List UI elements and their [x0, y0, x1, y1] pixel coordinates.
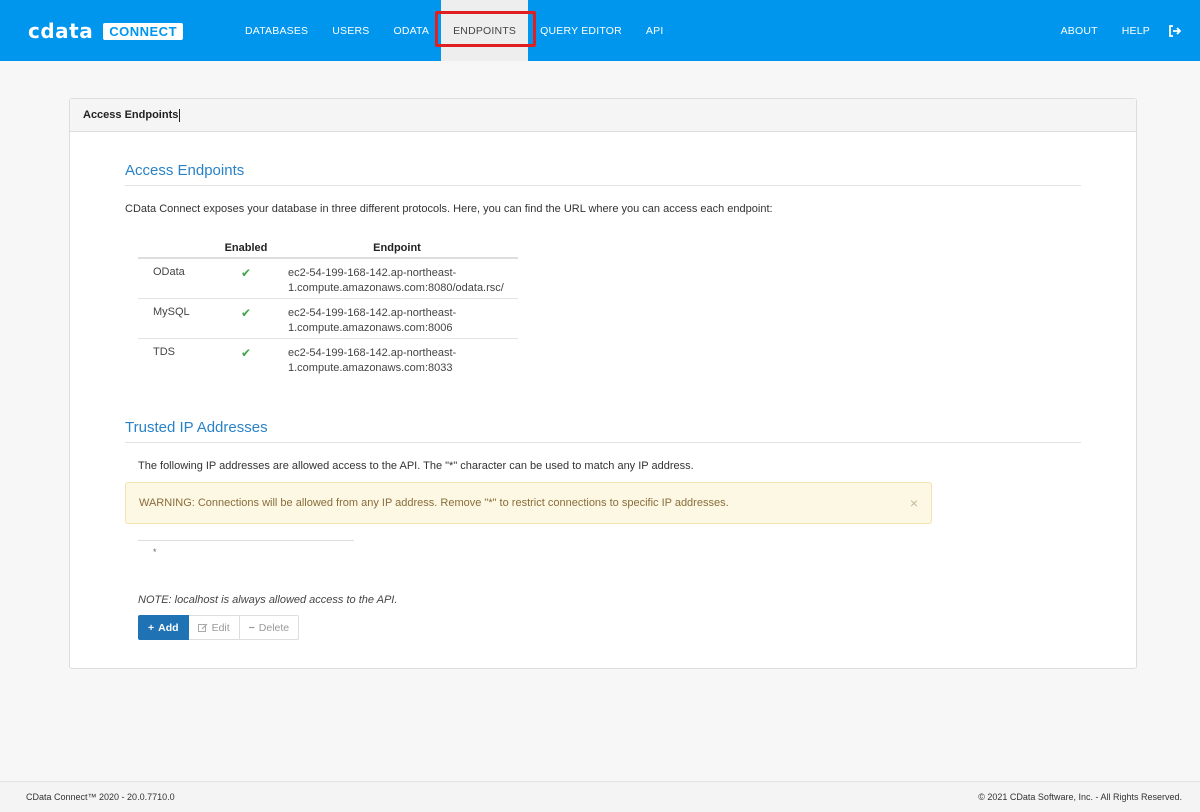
endpoint-name: MySQL — [138, 298, 216, 339]
nav-right: ABOUT HELP — [1049, 0, 1182, 61]
endpoints-table: Enabled Endpoint OData ✔ ec2-54-199-168-… — [138, 238, 518, 378]
edit-icon — [197, 623, 207, 632]
url-line: 1.compute.amazonaws.com:8080/odata.rsc/ — [288, 282, 504, 294]
url-line: 1.compute.amazonaws.com:8006 — [288, 321, 453, 334]
endpoint-url[interactable]: ec2-54-199-168-142.ap-northeast- 1.compu… — [276, 258, 518, 299]
header-name — [138, 238, 216, 259]
enabled-cell: ✔ — [216, 258, 276, 299]
version-text: CData Connect™ 2020 - 20.0.7710.0 — [26, 792, 175, 802]
check-icon: ✔ — [240, 266, 252, 280]
nav-endpoints[interactable]: ENDPOINTS — [435, 0, 537, 61]
check-icon: ✔ — [240, 345, 252, 360]
table-row: TDS ✔ ec2-54-199-168-142.ap-northeast- 1… — [138, 338, 518, 378]
close-icon[interactable]: × — [910, 495, 918, 511]
logo-wordmark: cdata — [28, 19, 94, 43]
cdata-connect-logo[interactable]: cdata CONNECT — [28, 19, 184, 43]
footer: CData Connect™ 2020 - 20.0.7710.0 © 2021… — [0, 781, 1200, 812]
nav-odata[interactable]: ODATA — [381, 0, 441, 61]
button-label: Edit — [211, 621, 230, 634]
logo-product-badge: CONNECT — [103, 22, 184, 40]
sign-out-icon[interactable] — [1168, 24, 1182, 38]
section-divider — [125, 185, 1081, 186]
panel-title: Access Endpoints — [83, 109, 179, 121]
access-description: CData Connect exposes your database in t… — [125, 203, 773, 215]
add-button[interactable]: + Add — [138, 615, 189, 640]
delete-button[interactable]: − Delete — [239, 615, 300, 640]
button-label: Delete — [258, 621, 290, 634]
edit-button[interactable]: Edit — [188, 615, 240, 640]
table-header-row: Enabled Endpoint — [138, 238, 518, 259]
access-endpoints-title: Access Endpoints — [125, 162, 245, 179]
copyright-text: © 2021 CData Software, Inc. - All Rights… — [978, 792, 1182, 802]
ip-list: * — [138, 540, 354, 562]
top-navbar: cdata CONNECT DATABASES USERS ODATA ENDP… — [0, 0, 1200, 61]
nav-label: API — [645, 24, 664, 37]
trusted-ip-title: Trusted IP Addresses — [125, 419, 268, 436]
enabled-cell: ✔ — [216, 298, 276, 339]
text-cursor — [179, 108, 181, 122]
nav-about[interactable]: ABOUT — [1049, 0, 1110, 61]
nav-label: QUERY EDITOR — [540, 24, 622, 37]
nav-label: DATABASES — [245, 24, 309, 37]
ip-button-group: + Add Edit − Delete — [138, 615, 300, 640]
trusted-description: The following IP addresses are allowed a… — [138, 460, 694, 472]
endpoints-panel: Access Endpoints Access Endpoints CData … — [69, 98, 1137, 669]
main-nav: DATABASES USERS ODATA ENDPOINTS QUERY ED… — [233, 0, 675, 61]
nav-databases[interactable]: DATABASES — [233, 0, 320, 61]
section-divider — [125, 442, 1081, 443]
minus-icon: − — [248, 621, 255, 634]
nav-users[interactable]: USERS — [320, 0, 381, 61]
nav-query-editor[interactable]: QUERY EDITOR — [528, 0, 634, 61]
endpoint-url[interactable]: ec2-54-199-168-142.ap-northeast- 1.compu… — [276, 298, 518, 339]
panel-header: Access Endpoints — [70, 99, 1136, 132]
url-line: ec2-54-199-168-142.ap-northeast- — [288, 306, 457, 319]
nav-label: USERS — [332, 24, 370, 37]
header-endpoint: Endpoint — [276, 238, 518, 259]
table-row: OData ✔ ec2-54-199-168-142.ap-northeast-… — [138, 258, 518, 299]
endpoint-name: OData — [138, 258, 216, 299]
check-icon: ✔ — [240, 305, 252, 320]
list-item[interactable]: * — [153, 547, 157, 557]
nav-label: ABOUT — [1060, 24, 1098, 37]
highlight-box — [435, 11, 537, 47]
url-line: ec2-54-199-168-142.ap-northeast- — [288, 346, 457, 359]
endpoint-url[interactable]: ec2-54-199-168-142.ap-northeast- 1.compu… — [276, 338, 518, 378]
button-label: Add — [158, 621, 179, 634]
nav-label: ODATA — [393, 24, 430, 37]
nav-api[interactable]: API — [634, 0, 676, 61]
nav-label: HELP — [1121, 24, 1150, 37]
enabled-cell: ✔ — [216, 338, 276, 378]
localhost-note: NOTE: localhost is always allowed access… — [138, 594, 398, 606]
warning-alert: WARNING: Connections will be allowed fro… — [125, 482, 932, 524]
warning-text: WARNING: Connections will be allowed fro… — [139, 497, 729, 509]
endpoint-name: TDS — [153, 345, 175, 358]
table-row: MySQL ✔ ec2-54-199-168-142.ap-northeast-… — [138, 298, 518, 339]
nav-help[interactable]: HELP — [1110, 0, 1162, 61]
plus-icon: + — [148, 621, 155, 634]
url-line: 1.compute.amazonaws.com:8033 — [288, 361, 453, 374]
header-enabled: Enabled — [216, 238, 276, 259]
url-line: ec2-54-199-168-142.ap-northeast- — [288, 267, 457, 279]
